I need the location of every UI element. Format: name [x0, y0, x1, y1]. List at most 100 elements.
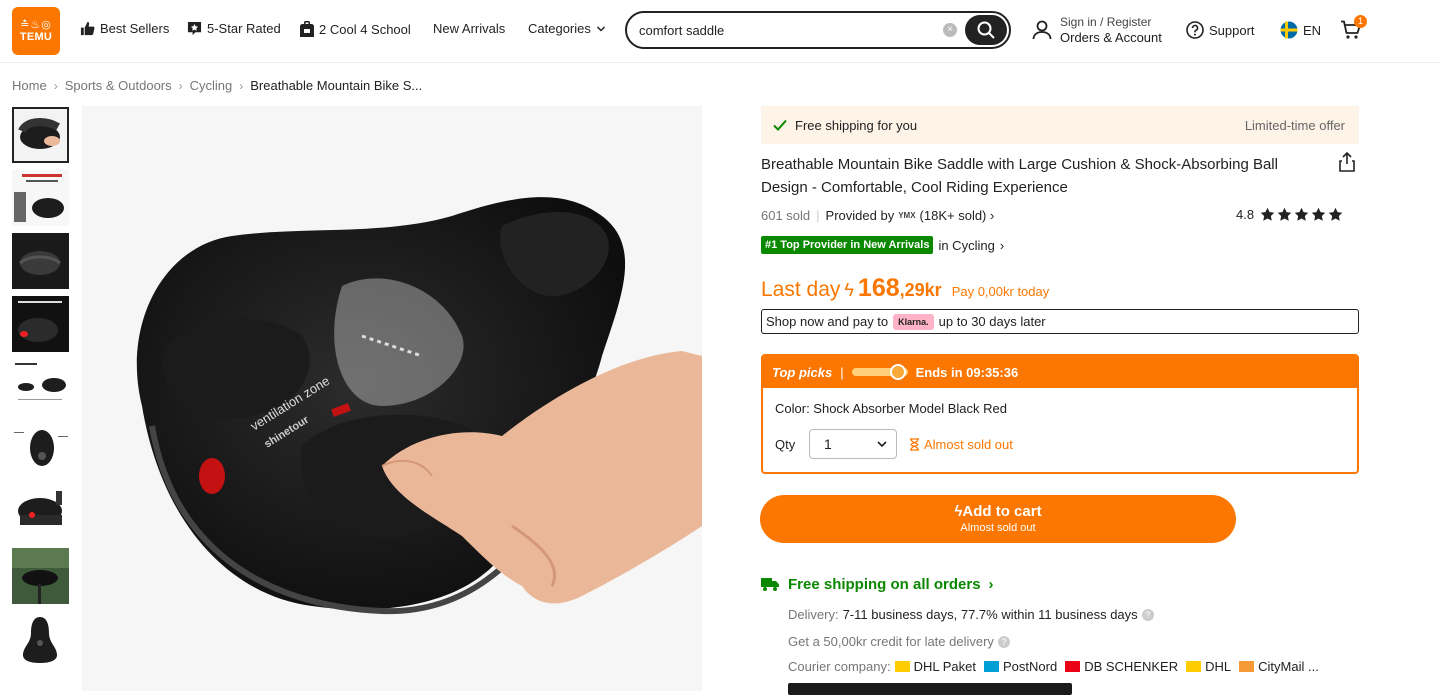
late-credit-text: Get a 50,00kr credit for late delivery [788, 634, 994, 649]
support-link[interactable]: Support [1186, 21, 1255, 39]
thumbnail-3[interactable] [12, 233, 69, 289]
logo-wordmark: TEMU [19, 31, 53, 43]
nav-label: Best Sellers [100, 21, 170, 36]
star-icon [1277, 207, 1292, 221]
product-main-image[interactable]: ventilation zone shinetour [82, 106, 702, 691]
klarna-logo: Klarna. [893, 313, 934, 330]
thumbs-up-icon [80, 21, 95, 36]
thumbnail-6[interactable] [12, 422, 69, 478]
account-menu[interactable]: Sign in / Register Orders & Account [1032, 15, 1162, 45]
thumbnail-8[interactable] [12, 548, 69, 604]
add-to-cart-label: ϟAdd to cart [954, 503, 1042, 520]
chevron-right-icon: › [988, 576, 994, 593]
nav-label: Categories [528, 21, 591, 36]
product-rating[interactable]: 4.8 [1236, 207, 1343, 222]
language-selector[interactable]: EN [1280, 21, 1321, 39]
clock-icon [889, 364, 906, 380]
temu-logo[interactable]: ≛♨◎ TEMU [12, 7, 60, 55]
breadcrumb-home[interactable]: Home [12, 78, 47, 93]
db-logo-icon [1065, 661, 1081, 672]
selected-color: Color: Shock Absorber Model Black Red [775, 401, 1007, 416]
sweden-flag-icon [1280, 21, 1298, 39]
nav-2-cool-4-school[interactable]: 2 Cool 4 School [300, 21, 411, 37]
orders-account-label: Orders & Account [1060, 30, 1162, 45]
support-label: Support [1209, 22, 1255, 38]
truck-icon [761, 578, 779, 591]
citymail-logo-icon [1239, 661, 1255, 672]
thumbnail-4[interactable] [12, 296, 69, 352]
cart-button[interactable]: 1 [1340, 15, 1367, 43]
nav-five-star-rated[interactable]: 5-Star Rated [187, 21, 281, 36]
price-decimal: ,29kr [899, 280, 942, 300]
chevron-down-icon [877, 441, 887, 448]
price-main: 168 [857, 274, 900, 302]
nav-new-arrivals[interactable]: New Arrivals [433, 21, 505, 36]
backpack-icon [300, 21, 314, 37]
thumbnail-2[interactable] [12, 170, 69, 226]
top-header: ≛♨◎ TEMU Best Sellers 5-Star Rated 2 Coo… [0, 0, 1440, 63]
provider-sold[interactable]: (18K+ sold) [920, 208, 987, 223]
breadcrumb-cycling[interactable]: Cycling [190, 78, 233, 93]
courier-citymail: CityMail ... [1239, 659, 1319, 674]
nav-best-sellers[interactable]: Best Sellers [80, 21, 169, 36]
search-input[interactable] [639, 21, 929, 39]
postnord-logo-icon [984, 661, 999, 672]
user-icon [1032, 20, 1052, 40]
star-icon [1328, 207, 1343, 221]
help-circle-icon [1186, 21, 1204, 39]
star-icon [1311, 207, 1326, 221]
chevron-right-icon: › [999, 237, 1005, 253]
divider: | [840, 364, 844, 380]
courier-label: Courier company: [788, 659, 891, 674]
product-title: Breathable Mountain Bike Saddle with Lar… [761, 156, 1278, 196]
lightning-icon: ϟ [844, 280, 854, 300]
free-shipping-for-you: Free shipping for you [795, 117, 918, 133]
dhl-logo-icon [1186, 661, 1202, 672]
thumbnail-9[interactable] [12, 611, 69, 667]
search-button[interactable] [965, 15, 1007, 45]
qty-label: Qty [775, 437, 796, 452]
rating-stars [1260, 207, 1343, 222]
nav-label: 2 Cool 4 School [319, 21, 411, 37]
delivery-value: 7-11 business days, 77.7% within 11 busi… [842, 607, 1138, 622]
share-icon[interactable] [1337, 152, 1357, 172]
courier-info: Courier company: DHL Paket PostNord DB S… [788, 659, 1323, 674]
search-icon [977, 21, 995, 39]
chevron-right-icon: › [178, 78, 183, 93]
chevron-right-icon: › [53, 78, 58, 93]
courier-dhl-paket: DHL Paket [894, 659, 976, 674]
delivery-label: Delivery: [788, 607, 839, 622]
add-to-cart-sub: Almost sold out [960, 522, 1036, 534]
add-to-cart-button[interactable]: ϟAdd to cart Almost sold out [760, 495, 1236, 543]
postnord-promo-strip [788, 683, 1072, 695]
courier-postnord: PostNord [984, 659, 1057, 674]
thumbnail-1[interactable] [12, 107, 69, 163]
thumbnail-7[interactable] [12, 485, 69, 541]
rank-badge-row[interactable]: #1 Top Provider in New Arrivals in Cycli… [761, 236, 1004, 254]
top-picks-label: Top picks [772, 364, 833, 380]
quantity-select[interactable]: 1 [809, 429, 897, 459]
nav-categories[interactable]: Categories [528, 21, 606, 36]
delivery-info: Delivery: 7-11 business days, 77.7% with… [788, 607, 1154, 622]
klarna-after: up to 30 days later [938, 314, 1046, 329]
hourglass-icon [910, 438, 919, 451]
help-icon[interactable]: ? [1141, 608, 1154, 621]
sold-count: 601 sold [761, 208, 811, 223]
thumbnail-5[interactable] [12, 359, 69, 415]
breadcrumb-sports-outdoors[interactable]: Sports & Outdoors [65, 78, 172, 93]
breadcrumb: Home › Sports & Outdoors › Cycling › Bre… [12, 78, 422, 93]
limited-time-offer: Limited-time offer [1244, 117, 1345, 133]
free-shipping-all-orders[interactable]: Free shipping on all orders › [760, 576, 994, 593]
top-provider-badge: #1 Top Provider in New Arrivals [761, 236, 934, 254]
check-icon [773, 119, 787, 131]
language-label: EN [1303, 22, 1322, 38]
logo-glyphs: ≛♨◎ [20, 19, 52, 31]
courier-dhl: DHL [1186, 659, 1231, 674]
provider-logo[interactable]: YMX [898, 211, 915, 220]
clear-search-icon[interactable]: × [943, 23, 957, 37]
klarna-before: Shop now and pay to [766, 314, 889, 329]
klarna-info[interactable]: Shop now and pay to Klarna. up to 30 day… [761, 309, 1359, 334]
help-icon[interactable]: ? [997, 635, 1010, 648]
chevron-right-icon[interactable]: › [986, 208, 994, 223]
sign-in-label: Sign in / Register [1060, 15, 1152, 29]
